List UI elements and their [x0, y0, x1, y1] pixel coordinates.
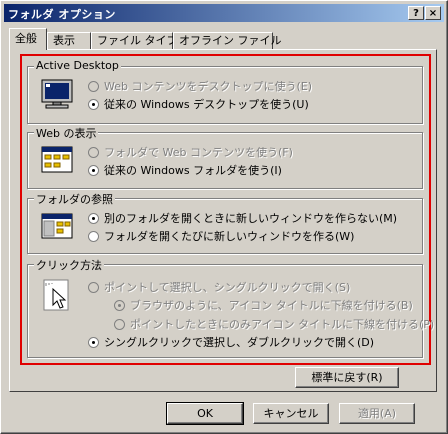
group-title: クリック方法: [34, 257, 104, 273]
radio-checked-icon: [88, 213, 99, 224]
group-title: フォルダの参照: [34, 191, 115, 207]
radio-icon: [88, 231, 99, 242]
close-button[interactable]: ×: [425, 6, 441, 20]
radio-web-folders[interactable]: フォルダで Web コンテンツを使う(F): [88, 144, 293, 160]
radio-single-click[interactable]: ポイントして選択し、シングルクリックで開く(S): [88, 279, 350, 295]
radio-classic-folders[interactable]: 従来の Windows フォルダを使う(I): [88, 162, 282, 178]
tab-view[interactable]: 表示: [47, 32, 91, 49]
folder-window-icon: [41, 146, 73, 173]
radio-icon: [88, 81, 99, 92]
desktop-monitor-icon: [41, 79, 73, 109]
apply-button[interactable]: 適用(A): [339, 403, 415, 424]
radio-checked-icon: [88, 99, 99, 110]
group-web-view: Web の表示 フォルダで Web コンテンツを使う(F) 従来の Window…: [27, 125, 423, 189]
group-click-method: クリック方法 ポイントして選択し、シングルクリックで開く(S) ブラウザのように…: [27, 257, 434, 358]
radio-icon: [88, 282, 99, 293]
radio-icon: [88, 147, 99, 158]
restore-defaults-button[interactable]: 標準に戻す(R): [295, 367, 399, 388]
group-title: Web の表示: [34, 125, 99, 141]
window-title: フォルダ オプション: [8, 8, 116, 21]
radio-classic-desktop[interactable]: 従来の Windows デスクトップを使う(U): [88, 96, 309, 112]
radio-web-desktop[interactable]: Web コンテンツをデスクトップに使う(E): [88, 78, 312, 94]
ok-button[interactable]: OK: [166, 402, 244, 425]
radio-underline-hover[interactable]: ポイントしたときにのみアイコン タイトルに下線を付ける(P): [114, 316, 434, 332]
tab-offline-files[interactable]: オフライン ファイル: [173, 32, 282, 49]
radio-icon: [114, 319, 125, 330]
radio-checked-icon: [88, 165, 99, 176]
help-button[interactable]: ?: [408, 6, 424, 20]
radio-double-click[interactable]: シングルクリックで選択し、ダブルクリックで開く(D): [88, 334, 374, 350]
radio-underline-always[interactable]: ブラウザのように、アイコン タイトルに下線を付ける(B): [114, 297, 413, 313]
group-browse-folders: フォルダの参照 別のフォルダを開くときに新しいウィンドウを作らない(M) フォル…: [27, 191, 423, 254]
group-active-desktop: Active Desktop Web コンテンツをデスクトップに使う(E) 従来…: [27, 59, 423, 124]
folder-options-window: フォルダ オプション ? × 全般 表示 ファイル タイプ オフライン ファイル…: [0, 0, 448, 434]
cancel-button[interactable]: キャンセル: [253, 403, 329, 424]
group-title: Active Desktop: [34, 59, 121, 72]
tab-file-types[interactable]: ファイル タイプ: [91, 32, 178, 49]
tab-general[interactable]: 全般: [9, 28, 47, 50]
radio-checked-icon: [88, 337, 99, 348]
radio-new-window[interactable]: フォルダを開くたびに新しいウィンドウを作る(W): [88, 228, 354, 244]
browse-window-icon: [41, 213, 73, 239]
radio-same-window[interactable]: 別のフォルダを開くときに新しいウィンドウを作らない(M): [88, 210, 397, 226]
radio-checked-icon: [114, 300, 125, 311]
pointer-click-icon: [43, 279, 69, 311]
title-bar[interactable]: フォルダ オプション ? ×: [4, 4, 444, 22]
